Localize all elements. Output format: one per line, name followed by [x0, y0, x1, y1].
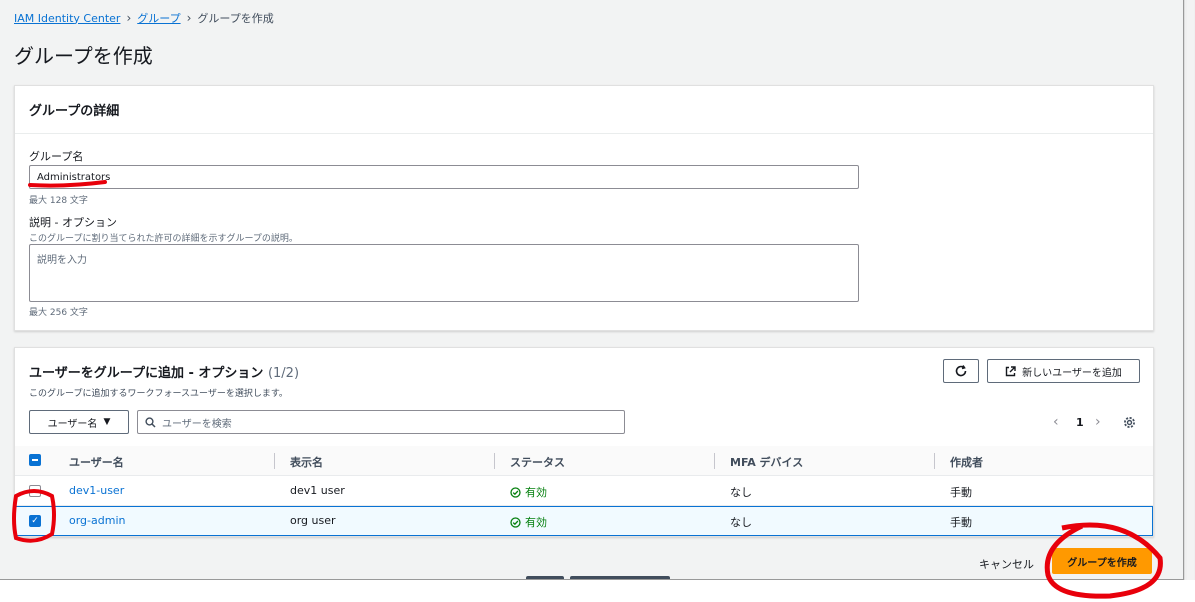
breadcrumb: IAM Identity Center › グループ › グループを作成 [14, 10, 274, 26]
vertical-scrollbar[interactable] [1184, 0, 1195, 580]
row-checkbox[interactable]: ✓ [29, 515, 41, 527]
create-group-button[interactable]: グループを作成 [1052, 548, 1152, 574]
column-divider [494, 453, 495, 469]
status-text: 有効 [525, 486, 547, 499]
add-users-panel: ユーザーをグループに追加 - オプション (1/2) このグループに追加するワー… [14, 347, 1154, 537]
column-mfa[interactable]: MFA デバイス [730, 454, 803, 470]
column-divider [934, 453, 935, 469]
select-all-checkbox[interactable] [29, 454, 41, 466]
chevron-right-icon: › [186, 11, 192, 25]
refresh-icon [955, 365, 967, 377]
settings-gear-icon[interactable] [1123, 416, 1136, 429]
search-placeholder: ユーザーを検索 [162, 418, 232, 430]
mfa-device: なし [730, 486, 752, 499]
cancel-button[interactable]: キャンセル [979, 556, 1034, 572]
created-by: 手動 [950, 486, 972, 499]
table-row[interactable]: ✓ org-admin org user 有効 なし 手動 [15, 506, 1153, 536]
display-name: org user [290, 514, 336, 527]
users-table-header: ユーザー名 表示名 ステータス MFA デバイス 作成者 [15, 446, 1153, 476]
description-hint: 最大 256 文字 [29, 308, 88, 318]
page-number[interactable]: 1 [1076, 416, 1084, 429]
description-sub: このグループに割り当てられた許可の詳細を示すグループの説明。 [29, 234, 298, 244]
add-users-title-text: ユーザーをグループに追加 - オプション [29, 366, 264, 381]
filter-property-dropdown[interactable]: ユーザー名 ▼ [29, 410, 129, 434]
breadcrumb-iam-identity-center[interactable]: IAM Identity Center [14, 12, 120, 25]
refresh-button[interactable] [943, 359, 979, 383]
status-badge: 有効 [510, 484, 547, 500]
filter-property-label: ユーザー名 [47, 418, 98, 430]
group-name-label: グループ名 [29, 150, 84, 163]
status-badge: 有効 [510, 514, 547, 530]
description-textarea[interactable]: 説明を入力 [29, 244, 859, 302]
add-new-user-button[interactable]: 新しいユーザーを追加 [987, 359, 1140, 383]
column-display-name[interactable]: 表示名 [290, 454, 323, 470]
mfa-device: なし [730, 516, 752, 529]
username-link[interactable]: org-admin [69, 514, 125, 527]
group-details-panel: グループの詳細 グループ名 Administrators 最大 128 文字 説… [14, 85, 1154, 331]
selection-count: (1/2) [267, 366, 300, 381]
breadcrumb-groups[interactable]: グループ [137, 10, 180, 26]
chevron-right-icon: › [126, 11, 132, 25]
check-circle-icon [510, 516, 521, 528]
next-page-icon[interactable]: › [1095, 414, 1101, 430]
column-divider [274, 453, 275, 469]
search-icon [145, 416, 156, 428]
add-users-title: ユーザーをグループに追加 - オプション (1/2) [29, 362, 299, 381]
check-circle-icon [510, 486, 521, 498]
column-status[interactable]: ステータス [510, 454, 565, 470]
page-title: グループを作成 [14, 44, 153, 68]
column-divider [714, 453, 715, 469]
bottom-tab[interactable] [570, 576, 670, 579]
created-by: 手動 [950, 516, 972, 529]
username-link[interactable]: dev1-user [69, 484, 124, 497]
add-new-user-label: 新しいユーザーを追加 [1022, 367, 1122, 379]
description-placeholder: 説明を入力 [37, 255, 87, 266]
external-link-icon [1005, 365, 1016, 376]
group-details-header: グループの詳細 [15, 86, 1153, 134]
console-window: IAM Identity Center › グループ › グループを作成 グルー… [0, 0, 1184, 580]
column-username[interactable]: ユーザー名 [69, 454, 124, 470]
row-checkbox[interactable] [29, 485, 41, 497]
user-search-input[interactable]: ユーザーを検索 [137, 410, 625, 434]
column-created-by[interactable]: 作成者 [950, 454, 983, 470]
group-name-input[interactable]: Administrators [29, 165, 859, 189]
bottom-tab[interactable] [526, 576, 564, 579]
group-name-hint: 最大 128 文字 [29, 196, 88, 206]
previous-page-icon[interactable]: ‹ [1053, 414, 1059, 430]
add-users-description: このグループに追加するワークフォースユーザーを選択します。 [29, 389, 288, 399]
status-text: 有効 [525, 516, 547, 529]
description-label: 説明 - オプション [29, 216, 117, 229]
breadcrumb-current: グループを作成 [197, 12, 274, 25]
scrollbar-thumb[interactable] [1187, 0, 1194, 580]
group-name-value: Administrators [37, 171, 111, 183]
table-row[interactable]: dev1-user dev1 user 有効 なし 手動 [15, 476, 1153, 506]
display-name: dev1 user [290, 484, 345, 497]
caret-down-icon: ▼ [103, 417, 111, 427]
